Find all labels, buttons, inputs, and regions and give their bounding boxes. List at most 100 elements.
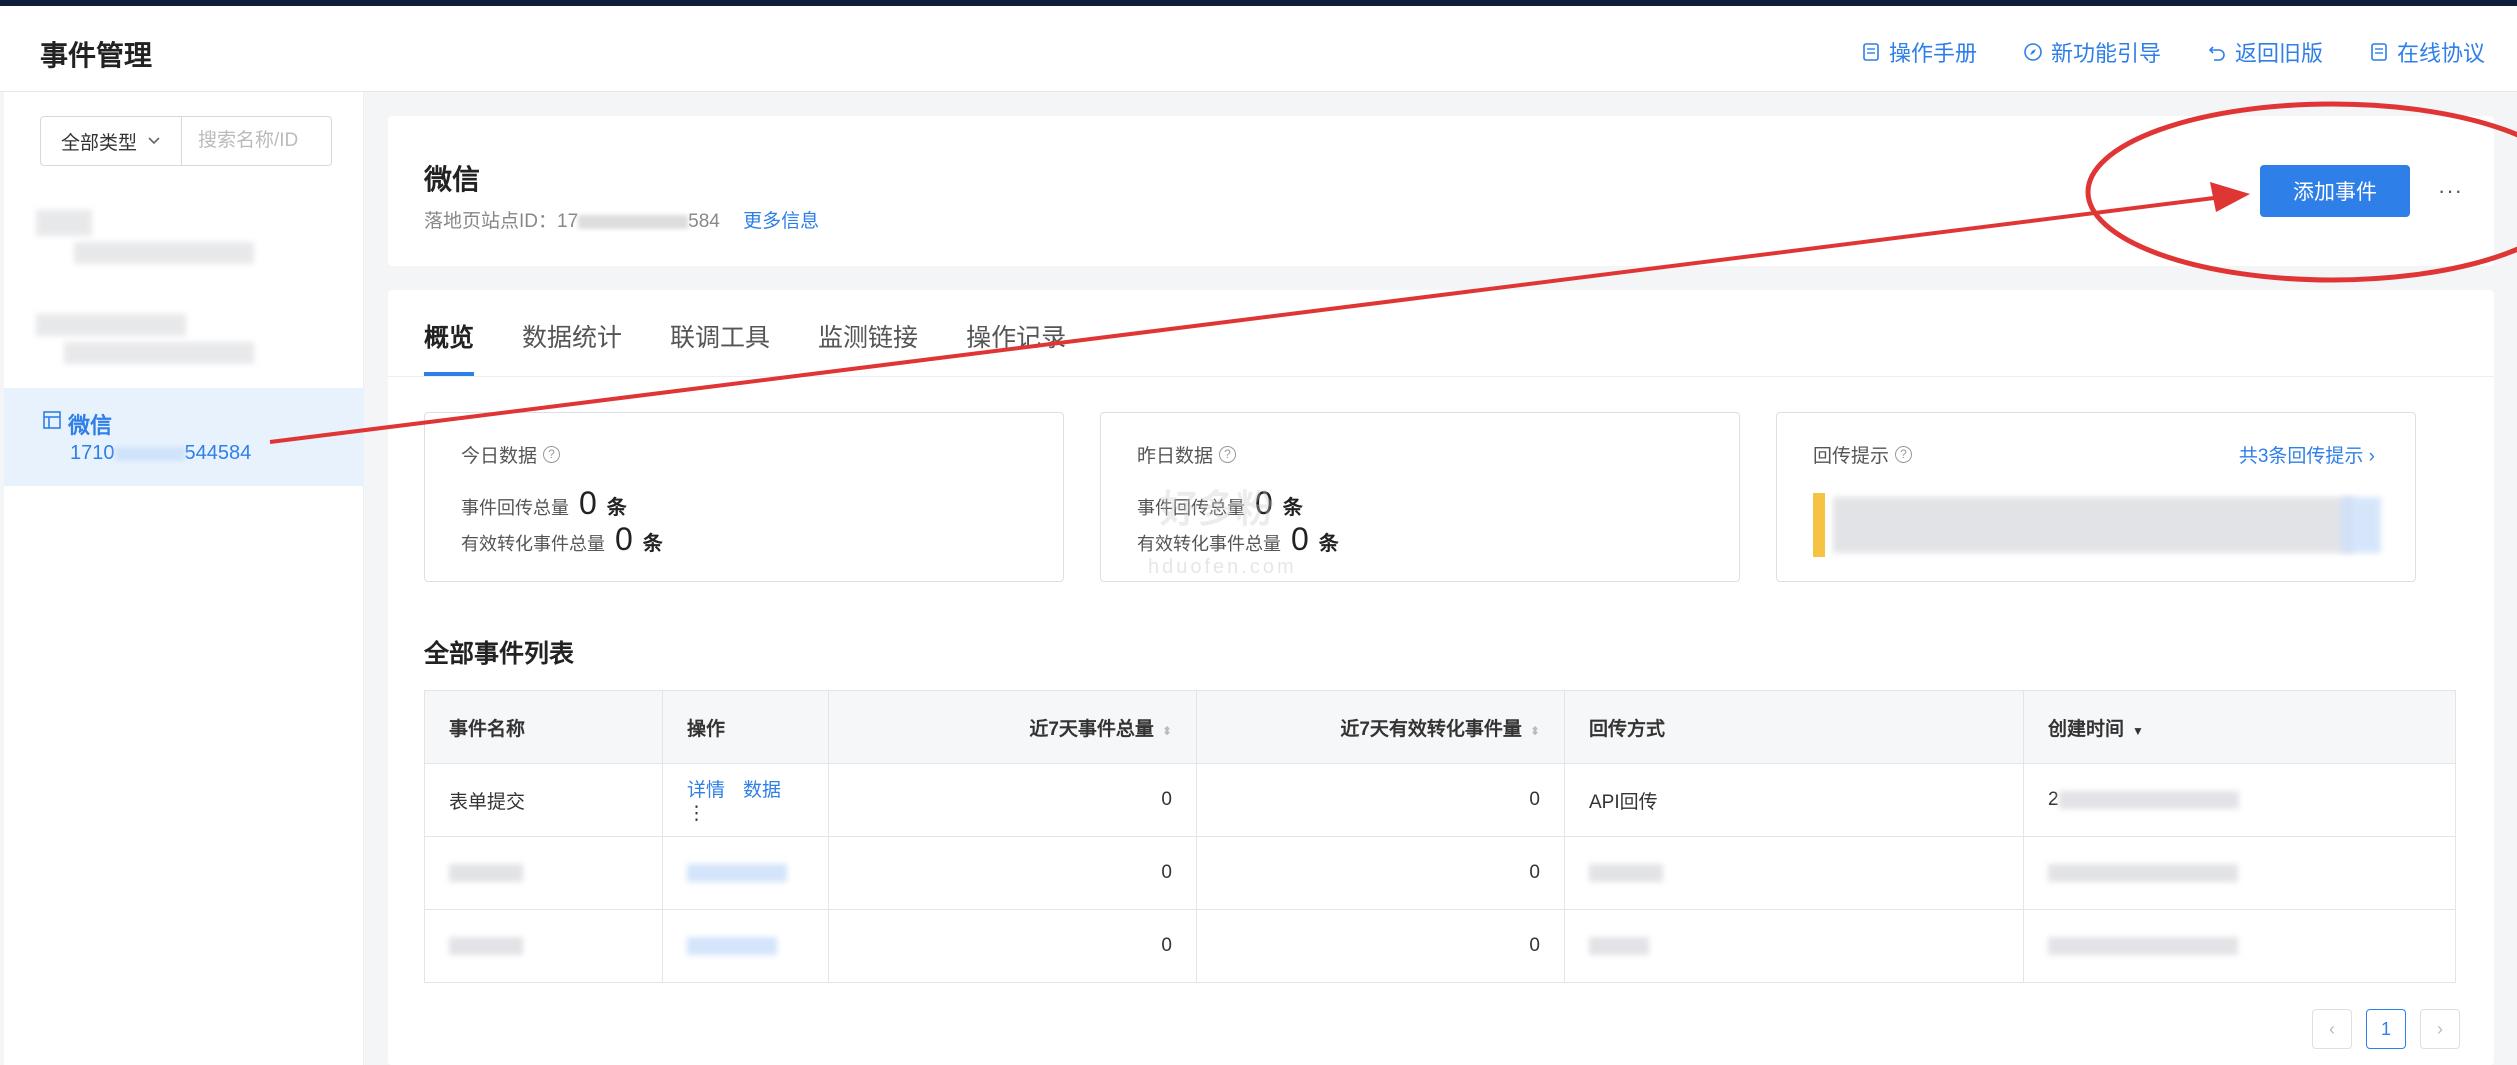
event-created-time: 2 — [2023, 763, 2456, 837]
event-valid-7d: 0 — [1196, 763, 1565, 837]
site-name: 微信 — [424, 164, 481, 195]
event-table: 事件名称 操作 近7天事件总量 ⬍ 近7天有效转化事件量 ⬍ 回传方式 创建时间 ▼ … — [424, 690, 2456, 983]
overview-card: 概览 数据统计 联调工具 监测链接 操作记录 今日数据? 事件回传总量 0 条 有效… — [388, 290, 2494, 1065]
sort-icon: ⬍ — [1161, 723, 1172, 738]
tab-data-stats[interactable]: 数据统计 — [522, 318, 622, 376]
next-page-button[interactable]: › — [2420, 1009, 2460, 1049]
document-icon — [2371, 43, 2387, 61]
tips-warning-bar — [1813, 493, 1825, 557]
event-valid-7d: 0 — [1196, 909, 1565, 983]
site-header-card: 微信 落地页站点ID：17 584 更多信息 添加事件 ··· — [388, 116, 2494, 266]
sidebar-item-active[interactable]: 微信 1710 544584 — [4, 388, 364, 486]
event-name-blurred — [424, 836, 663, 910]
today-valid-row: 有效转化事件总量 0 条 — [461, 521, 663, 557]
tab-overview[interactable]: 概览 — [424, 318, 475, 376]
new-feature-guide-link[interactable]: 新功能引导 — [2023, 36, 2161, 68]
kebab-menu-icon[interactable]: ⋮ — [687, 803, 706, 824]
today-stats-title: 今日数据? — [461, 441, 561, 468]
event-callback-method-blurred — [1564, 909, 2024, 983]
sidebar-item-blurred-sub — [74, 242, 254, 264]
type-select-value: 全部类型 — [60, 132, 137, 154]
table-header-row: 事件名称 操作 近7天事件总量 ⬍ 近7天有效转化事件量 ⬍ 回传方式 创建时间 ▼ — [424, 690, 2456, 764]
yesterday-stats-title: 昨日数据? — [1137, 441, 1237, 468]
sidebar-item-name: 微信 — [68, 413, 113, 438]
manual-link-label: 操作手册 — [1888, 41, 1977, 66]
callback-tips-title: 回传提示? — [1813, 441, 1913, 468]
pagination: ‹ 1 › — [2312, 1009, 2460, 1049]
event-list-title: 全部事件列表 — [424, 640, 575, 668]
help-icon: ? — [543, 446, 561, 463]
today-stats-card: 今日数据? 事件回传总量 0 条 有效转化事件总量 0 条 — [424, 412, 1064, 582]
sidebar-item-id: 1710 544584 — [70, 442, 252, 464]
table-row: 0 0 — [424, 836, 2456, 910]
online-agreement-label: 在线协议 — [2396, 41, 2485, 66]
page-title: 事件管理 — [40, 40, 153, 71]
col-created-time[interactable]: 创建时间 ▼ — [2023, 690, 2456, 764]
event-callback-method-blurred — [1564, 836, 2024, 910]
page-header: 事件管理 操作手册 新功能引导 返回旧版 在线协议 — [0, 6, 2517, 92]
tab-operation-log[interactable]: 操作记录 — [966, 318, 1066, 376]
tab-bar: 概览 数据统计 联调工具 监测链接 操作记录 — [424, 318, 1066, 376]
more-info-link[interactable]: 更多信息 — [743, 211, 819, 232]
event-ops-blurred[interactable] — [662, 909, 829, 983]
tab-monitor-links[interactable]: 监测链接 — [818, 318, 918, 376]
col-operation: 操作 — [662, 690, 829, 764]
event-total-7d: 0 — [828, 909, 1197, 983]
data-link[interactable]: 数据 — [743, 780, 781, 801]
prev-page-button[interactable]: ‹ — [2312, 1009, 2352, 1049]
compass-icon — [2024, 43, 2042, 61]
undo-icon — [2208, 46, 2225, 61]
event-name-blurred — [424, 909, 663, 983]
callback-tips-content-blurred — [1813, 493, 2381, 557]
tips-text-blurred — [1833, 497, 2353, 553]
watermark-text: 好多粉 — [1160, 489, 1275, 531]
col-callback-method: 回传方式 — [1564, 690, 2024, 764]
more-menu-icon[interactable]: ··· — [2438, 178, 2463, 204]
add-event-button[interactable]: 添加事件 — [2260, 165, 2410, 217]
document-icon — [1863, 43, 1879, 61]
type-select[interactable]: 全部类型 — [40, 116, 182, 166]
sidebar-item-blurred[interactable] — [36, 210, 92, 236]
sort-icon: ⬍ — [1529, 723, 1540, 738]
event-ops: 详情 数据 ⋮ — [662, 763, 829, 837]
layout-icon — [43, 411, 61, 429]
event-name: 表单提交 — [424, 763, 663, 837]
sidebar-filter: 全部类型 — [40, 116, 332, 166]
sort-desc-icon: ▼ — [2132, 723, 2144, 738]
back-to-old-label: 返回旧版 — [2234, 41, 2323, 66]
back-to-old-link[interactable]: 返回旧版 — [2207, 36, 2323, 68]
detail-link[interactable]: 详情 — [687, 780, 725, 801]
help-icon: ? — [1895, 446, 1913, 463]
new-feature-guide-label: 新功能引导 — [2050, 41, 2161, 66]
help-icon: ? — [1219, 446, 1237, 463]
tab-debug-tools[interactable]: 联调工具 — [670, 318, 770, 376]
col-event-name: 事件名称 — [424, 690, 663, 764]
manual-link[interactable]: 操作手册 — [1861, 36, 1977, 68]
sidebar-item-blurred[interactable] — [36, 314, 186, 336]
watermark-url: hduofen.com — [1148, 556, 1297, 578]
event-created-time-blurred — [2023, 836, 2456, 910]
event-created-time-blurred — [2023, 909, 2456, 983]
event-callback-method: API回传 — [1564, 763, 2024, 837]
event-valid-7d: 0 — [1196, 836, 1565, 910]
sidebar: 全部类型 微信 1710544584 — [4, 92, 364, 1065]
sidebar-item-blurred-sub — [64, 342, 254, 364]
search-input[interactable] — [182, 116, 332, 166]
table-row: 0 0 — [424, 909, 2456, 983]
event-total-7d: 0 — [828, 836, 1197, 910]
table-row: 表单提交 详情 数据 ⋮ 0 0 API回传 2 — [424, 763, 2456, 837]
col-valid-7d[interactable]: 近7天有效转化事件量 ⬍ — [1196, 690, 1565, 764]
today-total-row: 事件回传总量 0 条 — [461, 485, 627, 521]
chevron-down-icon — [148, 137, 160, 145]
event-total-7d: 0 — [828, 763, 1197, 837]
event-ops-blurred[interactable] — [662, 836, 829, 910]
col-total-7d[interactable]: 近7天事件总量 ⬍ — [828, 690, 1197, 764]
page-1-button[interactable]: 1 — [2366, 1009, 2406, 1049]
callback-tips-link[interactable]: 共3条回传提示 › — [2239, 441, 2375, 468]
tips-link-blurred — [2341, 497, 2381, 553]
site-id-line: 落地页站点ID：17 584 更多信息 — [424, 211, 820, 232]
header-links: 操作手册 新功能引导 返回旧版 在线协议 — [1861, 36, 2485, 68]
online-agreement-link[interactable]: 在线协议 — [2369, 36, 2485, 68]
tabs-divider — [388, 376, 2494, 377]
callback-tips-card: 回传提示? 共3条回传提示 › — [1776, 412, 2416, 582]
